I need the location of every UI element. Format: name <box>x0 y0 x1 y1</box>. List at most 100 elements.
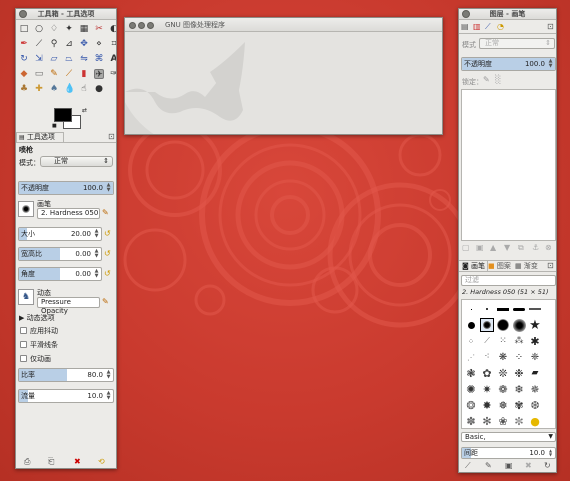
lock-pixels-icon[interactable]: ✎ <box>483 75 490 85</box>
edit-brush-icon[interactable]: ✎ <box>485 461 492 471</box>
brush-item[interactable]: ✿ <box>480 366 494 380</box>
clone-icon[interactable]: ♣ <box>19 84 29 94</box>
cage-transform-icon[interactable]: ⌘ <box>94 54 104 64</box>
paths-tab-icon[interactable]: ⟋ <box>485 22 491 32</box>
brush-item[interactable]: ❊ <box>496 366 510 380</box>
rotate-icon[interactable]: ↻ <box>19 54 29 64</box>
perspective-icon[interactable]: ⏢ <box>64 54 74 64</box>
scale-icon[interactable]: ⇲ <box>34 54 44 64</box>
flip-icon[interactable]: ⇋ <box>79 54 89 64</box>
brush-item[interactable]: ✼ <box>512 414 526 428</box>
brush-item[interactable]: ⋰ <box>464 350 478 364</box>
dynamics-preview[interactable]: ♞ <box>18 289 34 305</box>
bucket-fill-icon[interactable]: ◆ <box>19 69 29 79</box>
fuzzy-select-icon[interactable]: ✦ <box>64 24 74 34</box>
undo-history-tab-icon[interactable]: ◔ <box>497 22 504 32</box>
save-options-icon[interactable]: ⎙ <box>24 457 30 467</box>
tab-patterns[interactable]: ■ 图案 <box>488 261 511 271</box>
move-icon[interactable]: ✥ <box>79 39 89 49</box>
layer-mode-select[interactable]: 正常 ⇕ <box>479 38 555 49</box>
brush-item[interactable] <box>496 318 510 332</box>
spin-arrows-icon[interactable]: ▲ ▼ <box>547 449 554 457</box>
channels-tab-icon[interactable]: ▥ <box>473 22 481 32</box>
reset-size-icon[interactable]: ↺ <box>104 229 111 239</box>
text-tool-icon[interactable]: A <box>109 54 116 64</box>
reset-angle-icon[interactable]: ↺ <box>104 269 111 279</box>
airbrush-icon[interactable]: ✈ <box>94 69 104 80</box>
brush-name-field[interactable]: 2. Hardness 050 <box>37 208 100 219</box>
flow-slider[interactable]: 流量 10.0 ▲ ▼ <box>18 389 114 403</box>
refresh-brushes-icon[interactable]: ↻ <box>544 461 551 471</box>
perspective-clone-icon[interactable]: ♠ <box>49 84 59 94</box>
maximize-icon[interactable] <box>147 21 155 29</box>
brush-item[interactable]: ✺ <box>464 382 478 396</box>
aspect-ratio-slider[interactable]: 宽高比 0.00 ▲ ▼ <box>18 247 102 261</box>
ellipse-select-icon[interactable]: ○ <box>34 24 44 34</box>
measure-icon[interactable]: ⊿ <box>64 39 74 49</box>
delete-layer-icon[interactable]: ⊗ <box>545 243 552 253</box>
mode-select[interactable]: 正常 ⇕ <box>40 156 113 167</box>
new-layer-group-icon[interactable]: ▣ <box>476 243 484 253</box>
shear-icon[interactable]: ▱ <box>49 54 59 64</box>
brush-item[interactable] <box>512 302 526 316</box>
paint-brush-icon[interactable]: ⟋ <box>465 461 471 471</box>
color-picker-icon[interactable]: ⟋ <box>34 39 44 49</box>
brush-item[interactable]: ✷ <box>480 382 494 396</box>
spin-arrows-icon[interactable]: ▲ ▼ <box>547 59 554 69</box>
brush-item[interactable]: ✱ <box>528 334 542 348</box>
brush-item[interactable] <box>480 302 494 316</box>
brush-item[interactable]: ⁙ <box>496 334 510 348</box>
paintbrush-icon[interactable]: ⟋ <box>64 69 74 79</box>
zoom-icon[interactable]: ⚲ <box>49 39 59 49</box>
edit-dynamics-icon[interactable]: ✎ <box>102 297 109 307</box>
layer-opacity-slider[interactable]: 不透明度 100.0 ▲ ▼ <box>461 57 556 71</box>
size-slider[interactable]: 大小 20.00 ▲ ▼ <box>18 227 102 241</box>
spin-arrows-icon[interactable]: ▲ ▼ <box>93 269 100 279</box>
brush-item[interactable]: ✵ <box>528 382 542 396</box>
brush-tag-input[interactable]: Basic, ▼ <box>461 432 556 442</box>
brush-item[interactable]: ❆ <box>528 398 542 412</box>
brush-item-selected[interactable] <box>480 318 494 332</box>
delete-options-icon[interactable]: ✖ <box>74 457 81 467</box>
tab-gradients[interactable]: ▦ 渐变 <box>515 261 538 271</box>
brush-item[interactable]: ✽ <box>464 414 478 428</box>
spin-arrows-icon[interactable]: ▲ ▼ <box>105 370 112 380</box>
eraser-icon[interactable]: ▮ <box>79 69 89 79</box>
rect-select-icon[interactable]: □ <box>19 24 29 34</box>
edit-brush-icon[interactable]: ✎ <box>102 208 109 218</box>
dynamics-options-expander[interactable]: ▶ 动态选项 <box>19 313 55 323</box>
blend-icon[interactable]: ▭ <box>34 69 44 79</box>
brush-item[interactable]: ❀ <box>496 414 510 428</box>
brush-item[interactable]: ❃ <box>464 366 478 380</box>
delete-brush-icon[interactable]: ✖ <box>525 461 532 471</box>
brush-item[interactable] <box>512 318 526 332</box>
reset-aspect-icon[interactable]: ↺ <box>104 249 111 259</box>
free-select-icon[interactable]: ♢ <box>49 24 59 34</box>
default-colors-icon[interactable]: ■ <box>52 123 57 129</box>
brush-item[interactable]: ⁘ <box>464 334 478 348</box>
brush-item[interactable] <box>528 302 542 316</box>
brush-item[interactable]: ● <box>528 414 542 428</box>
apply-jitter-checkbox[interactable] <box>20 327 27 334</box>
new-brush-icon[interactable]: ▣ <box>505 461 513 471</box>
brush-item[interactable]: ★ <box>528 318 542 333</box>
configure-tab-icon[interactable]: ⊡ <box>108 132 115 142</box>
brush-item[interactable]: ❁ <box>496 382 510 396</box>
scissors-icon[interactable]: ✂ <box>94 24 104 34</box>
tool-options-tab[interactable]: ▤ 工具选项 <box>16 132 64 142</box>
brush-item[interactable]: ▰ <box>528 366 542 380</box>
blur-icon[interactable]: 💧 <box>64 84 75 94</box>
spin-arrows-icon[interactable]: ▲ ▼ <box>105 183 112 193</box>
smooth-stroke-checkbox[interactable] <box>20 341 27 348</box>
lock-alpha-icon[interactable]: ░ <box>495 75 501 85</box>
close-icon[interactable] <box>129 21 136 29</box>
incremental-checkbox[interactable] <box>20 355 27 362</box>
brush-item[interactable]: ❈ <box>528 350 542 364</box>
color-select-icon[interactable]: ▦ <box>79 24 89 34</box>
configure-tab-icon[interactable]: ⊡ <box>547 22 554 32</box>
paths-icon[interactable]: ✒ <box>19 39 29 49</box>
minimize-icon[interactable] <box>138 21 146 29</box>
dodge-burn-icon[interactable]: ● <box>94 84 104 94</box>
pencil-icon[interactable]: ✎ <box>49 69 59 79</box>
brush-item[interactable]: ❂ <box>464 398 478 412</box>
